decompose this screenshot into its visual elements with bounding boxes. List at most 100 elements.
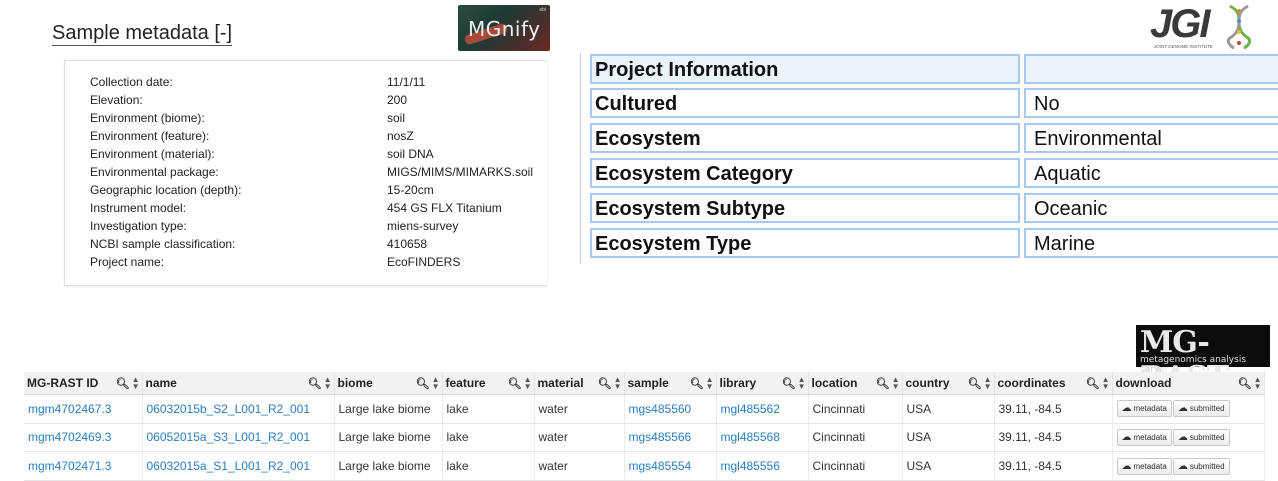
- jgi-logo-text: JGI: [1150, 2, 1211, 46]
- search-icon[interactable]: 🔍︎: [968, 377, 982, 390]
- library-link[interactable]: mgl485556: [716, 451, 809, 481]
- search-icon[interactable]: 🔍︎: [598, 377, 612, 390]
- search-icon[interactable]: 🔍︎: [690, 377, 704, 390]
- download-metadata-button[interactable]: ☁ metadata: [1116, 400, 1172, 418]
- column-header-location[interactable]: location 🔍︎ ▲ ▼: [808, 372, 903, 395]
- sort-icon[interactable]: ▲ ▼: [892, 376, 900, 391]
- search-icon[interactable]: 🔍︎: [416, 377, 430, 390]
- cloud-download-icon: ☁: [1177, 431, 1188, 443]
- sort-icon[interactable]: ▲ ▼: [706, 376, 714, 391]
- column-label: country: [905, 376, 950, 390]
- library-link[interactable]: mgl485562: [716, 394, 809, 424]
- download-cell: ☁ metadata ☁ submitted: [1112, 394, 1265, 424]
- search-icon[interactable]: 🔍︎: [876, 377, 890, 390]
- metadata-label: Environment (material):: [90, 147, 215, 161]
- value-cell: Environmental: [1024, 123, 1278, 153]
- metadata-label: Instrument model:: [90, 201, 187, 215]
- mgrast-id-link[interactable]: mgm4702469.3: [24, 423, 143, 453]
- label-cell: Ecosystem: [590, 123, 1020, 153]
- metadata-label: Elevation:: [90, 93, 143, 107]
- row-value: No: [1034, 93, 1060, 115]
- download-metadata-button[interactable]: ☁ metadata: [1116, 428, 1172, 446]
- column-label: material: [537, 376, 584, 390]
- sort-icon[interactable]: ▲ ▼: [614, 376, 622, 391]
- button-label: metadata: [1133, 461, 1167, 471]
- download-cell: ☁ metadata ☁ submitted: [1112, 423, 1265, 453]
- column-header-material[interactable]: material 🔍︎ ▲ ▼: [534, 372, 625, 395]
- button-label: metadata: [1133, 432, 1167, 442]
- mgrast-logo: MG-RAST metagenomics analysis server: [1136, 325, 1270, 395]
- column-header-download[interactable]: download 🔍︎ ▲ ▼: [1112, 372, 1265, 395]
- download-submitted-button[interactable]: ☁ submitted: [1172, 400, 1230, 418]
- sample-link[interactable]: mgs485554: [624, 451, 717, 481]
- sample-link[interactable]: mgs485560: [624, 394, 717, 424]
- logo-sub-text: ebi: [539, 7, 546, 13]
- sort-icon[interactable]: ▲ ▼: [324, 376, 332, 391]
- metadata-value: 200: [387, 93, 408, 107]
- column-header-sample[interactable]: sample 🔍︎ ▲ ▼: [624, 372, 717, 395]
- biome-cell: Large lake biome: [334, 423, 443, 453]
- feature-cell: lake: [442, 423, 535, 453]
- cloud-download-icon: ☁: [1121, 460, 1132, 472]
- mgrast-id-link[interactable]: mgm4702467.3: [24, 394, 143, 424]
- row-value: Environmental: [1034, 128, 1162, 150]
- column-header-name[interactable]: name 🔍︎ ▲ ▼: [142, 372, 335, 395]
- table-row: Ecosystem Environmental: [590, 123, 1278, 155]
- search-icon[interactable]: 🔍︎: [508, 377, 522, 390]
- cloud-download-icon: ☁: [1177, 460, 1188, 472]
- column-header-country[interactable]: country 🔍︎ ▲ ▼: [902, 372, 995, 395]
- column-label: location: [811, 376, 858, 390]
- sample-link[interactable]: mgs485566: [624, 423, 717, 453]
- search-icon[interactable]: 🔍︎: [1238, 377, 1252, 390]
- column-header-library[interactable]: library 🔍︎ ▲ ▼: [716, 372, 809, 395]
- sort-icon[interactable]: ▲ ▼: [984, 376, 992, 391]
- search-icon[interactable]: 🔍︎: [308, 377, 322, 390]
- metadata-value: EcoFINDERS: [387, 255, 461, 269]
- row-value: Aquatic: [1034, 163, 1101, 185]
- country-cell: USA: [902, 394, 995, 424]
- mgrast-id-link[interactable]: mgm4702471.3: [24, 451, 143, 481]
- column-header-coordinates[interactable]: coordinates 🔍︎ ▲ ▼: [994, 372, 1113, 395]
- library-link[interactable]: mgl485568: [716, 423, 809, 453]
- header-row: MG-RAST ID 🔍︎ ▲ ▼ name 🔍︎ ▲ ▼ biome 🔍︎ ▲ ▼ featur…: [24, 372, 1265, 395]
- button-label: metadata: [1133, 404, 1167, 414]
- logo-text: MGnify: [468, 17, 541, 41]
- name-link[interactable]: 06032015b_S2_L001_R2_001: [142, 394, 335, 424]
- search-icon[interactable]: 🔍︎: [782, 377, 796, 390]
- name-link[interactable]: 06032015a_S1_L001_R2_001: [142, 451, 335, 481]
- sort-icon[interactable]: ▲ ▼: [1254, 376, 1262, 391]
- sort-icon[interactable]: ▲ ▼: [132, 376, 140, 391]
- sort-icon[interactable]: ▲ ▼: [798, 376, 806, 391]
- download-cell: ☁ metadata ☁ submitted: [1112, 451, 1265, 481]
- column-label: library: [719, 376, 757, 390]
- metadata-label: Collection date:: [90, 75, 173, 89]
- download-submitted-button[interactable]: ☁ submitted: [1172, 457, 1230, 475]
- location-cell: Cincinnati: [808, 394, 903, 424]
- table-row: Ecosystem Subtype Oceanic: [590, 193, 1278, 225]
- value-cell: Oceanic: [1024, 193, 1278, 223]
- column-label: MG-RAST ID: [27, 376, 99, 390]
- sort-icon[interactable]: ▲ ▼: [1102, 376, 1110, 391]
- name-link[interactable]: 06052015a_S3_L001_R2_001: [142, 423, 335, 453]
- label-cell: Cultured: [590, 88, 1020, 118]
- sort-icon[interactable]: ▲ ▼: [432, 376, 440, 391]
- search-icon[interactable]: 🔍︎: [1086, 377, 1100, 390]
- metadata-value: nosZ: [387, 129, 414, 143]
- column-header-biome[interactable]: biome 🔍︎ ▲ ▼: [334, 372, 443, 395]
- material-cell: water: [534, 451, 625, 481]
- column-header-id[interactable]: MG-RAST ID 🔍︎ ▲ ▼: [24, 372, 143, 395]
- feature-cell: lake: [442, 451, 535, 481]
- coordinates-cell: 39.11, -84.5: [994, 423, 1113, 453]
- sort-icon[interactable]: ▲ ▼: [524, 376, 532, 391]
- download-submitted-button[interactable]: ☁ submitted: [1172, 428, 1230, 446]
- column-header-feature[interactable]: feature 🔍︎ ▲ ▼: [442, 372, 535, 395]
- metadata-value: 454 GS FLX Titanium: [387, 201, 502, 215]
- country-cell: USA: [902, 423, 995, 453]
- collapse-toggle[interactable]: [-]: [214, 22, 232, 44]
- metadata-label: Investigation type:: [90, 219, 187, 233]
- label-cell: Ecosystem Category: [590, 158, 1020, 188]
- row-label: Ecosystem Type: [595, 233, 752, 255]
- search-icon[interactable]: 🔍︎: [116, 377, 130, 390]
- download-metadata-button[interactable]: ☁ metadata: [1116, 457, 1172, 475]
- label-cell: Project Information: [590, 54, 1020, 84]
